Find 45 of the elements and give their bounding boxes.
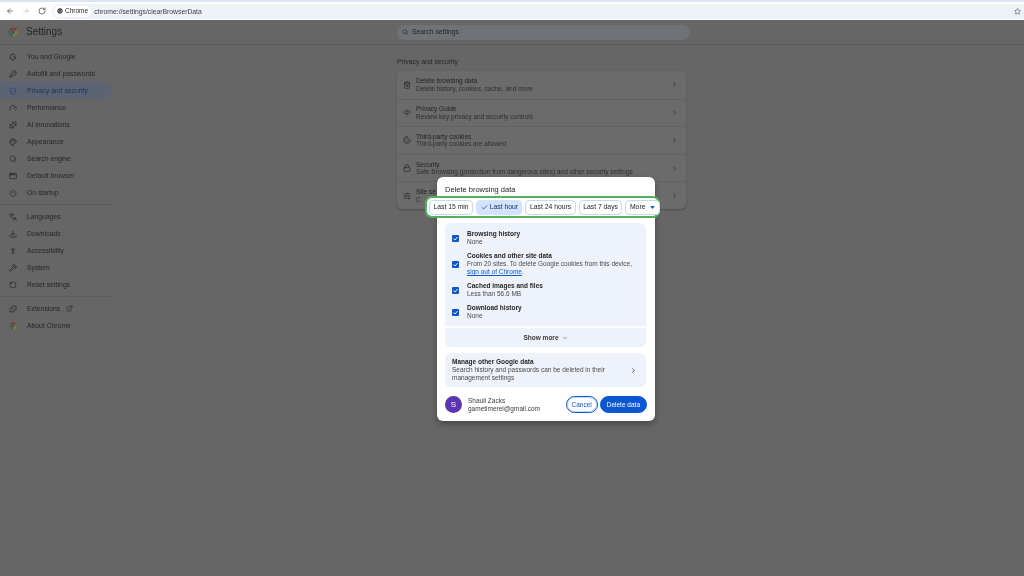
chevron-right-icon [630,366,637,374]
letter-g-icon [9,52,17,61]
signpost-icon [403,108,411,117]
back-button[interactable] [5,6,14,16]
trash-icon [403,80,411,89]
sparkles-icon [9,120,17,129]
puzzle-icon [9,304,17,313]
checkbox[interactable] [452,308,459,316]
wrench-icon [9,263,17,272]
chevron-right-icon [671,164,678,172]
checkbox[interactable] [452,234,459,242]
sliders-icon [403,191,411,200]
gauge-icon [9,103,17,112]
check-icon [480,203,488,211]
cookie-icon [403,136,411,145]
palette-icon [9,137,17,146]
chevron-right-icon [671,137,678,144]
search-icon [9,154,17,163]
browser-window-icon [9,171,17,180]
caret-icon [650,205,656,209]
reload-icon [37,7,46,15]
translate-icon [9,212,17,221]
checkbox[interactable] [452,286,459,294]
circle-logo-icon [57,8,63,14]
shield-icon [9,86,17,95]
chevron-down-icon [561,334,568,341]
chevron-right-icon [671,109,678,117]
forward-icon [21,7,30,15]
download-icon [9,229,17,238]
avatar: S [445,396,462,413]
restore-icon [9,280,17,289]
power-icon [9,188,17,197]
circle-logo-icon [9,321,17,330]
back-icon [5,7,14,15]
search-icon [402,29,408,35]
settings-title: Settings [26,26,63,38]
chevron-right-icon [671,192,678,200]
reload-button[interactable] [37,6,46,16]
star-icon[interactable] [1014,7,1021,15]
circle-logo-icon [8,27,18,37]
lock-icon [403,164,411,173]
key-icon [9,69,17,78]
accessibility-icon [9,246,17,255]
chevron-right-icon [671,81,678,89]
checkbox[interactable] [452,260,459,268]
